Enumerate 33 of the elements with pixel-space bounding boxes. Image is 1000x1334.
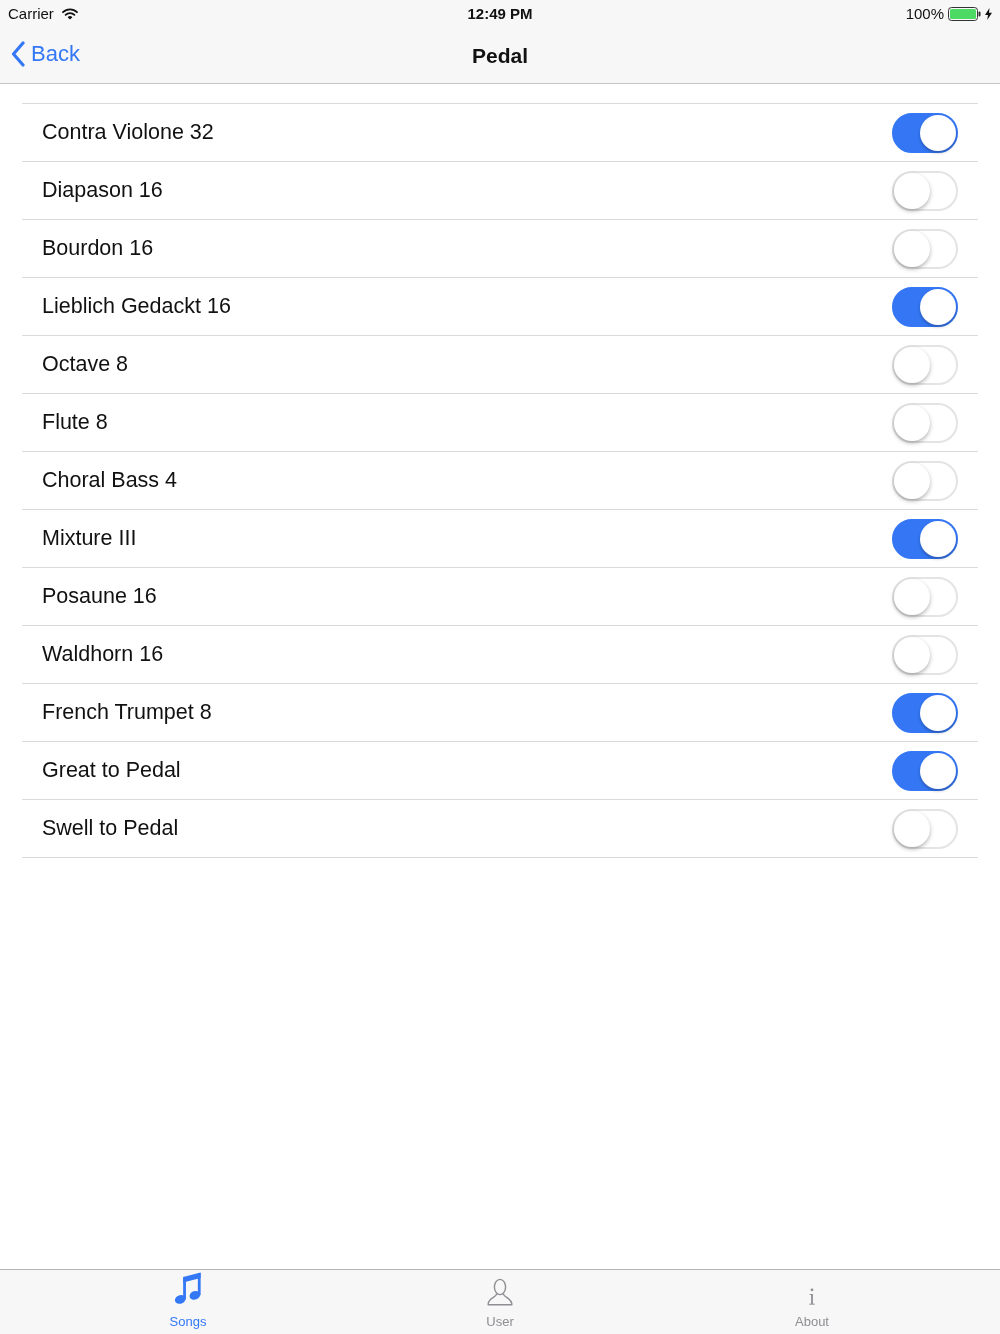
- carrier-name: Carrier: [8, 3, 54, 24]
- back-button[interactable]: Back: [11, 37, 80, 71]
- person-outline-icon: [486, 1277, 514, 1306]
- music-note-icon: [173, 1271, 203, 1306]
- stop-name: Bourdon 16: [42, 235, 154, 263]
- toggle-switch[interactable]: [892, 692, 958, 733]
- lightning-bolt-icon: [985, 8, 992, 20]
- page-title: Pedal: [472, 42, 528, 69]
- tab-item[interactable]: User: [344, 1270, 656, 1334]
- toggle-switch[interactable]: [892, 750, 958, 791]
- toggle-switch[interactable]: [892, 286, 958, 327]
- stop-name: Waldhorn 16: [42, 641, 164, 669]
- stop-name: Contra Violone 32: [42, 119, 214, 147]
- stop-name: Lieblich Gedackt 16: [42, 293, 231, 321]
- stop-name: Octave 8: [42, 351, 129, 379]
- info-icon: [808, 1287, 816, 1306]
- stop-name: Flute 8: [42, 409, 108, 437]
- toggle-switch[interactable]: [892, 518, 958, 559]
- chevron-left-icon: [11, 40, 25, 67]
- stop-name: Choral Bass 4: [42, 467, 178, 495]
- battery-percent: 100%: [905, 3, 944, 24]
- battery-icon: [948, 7, 981, 21]
- status-time: 12:49 PM: [467, 3, 533, 24]
- stop-name: Swell to Pedal: [42, 815, 179, 843]
- tab-item[interactable]: Songs: [32, 1270, 344, 1334]
- wifi-icon: [61, 8, 78, 20]
- stop-name: Mixture III: [42, 525, 137, 553]
- stop-name: Diapason 16: [42, 177, 163, 205]
- tab-item[interactable]: About: [656, 1270, 968, 1334]
- stop-name: Great to Pedal: [42, 757, 181, 785]
- toggle-switch[interactable]: [892, 112, 958, 153]
- stop-name: Posaune 16: [42, 583, 157, 611]
- stop-name: French Trumpet 8: [42, 699, 212, 727]
